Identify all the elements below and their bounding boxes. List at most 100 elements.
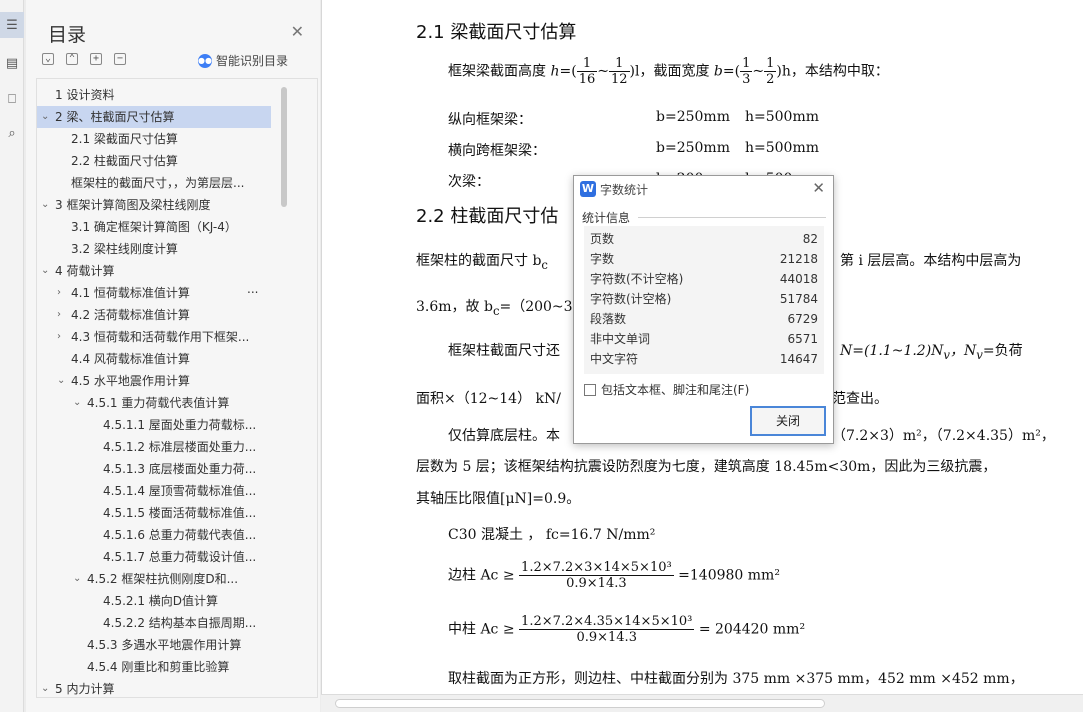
- stat-value: 82: [802, 232, 818, 246]
- more-options-icon[interactable]: ...: [247, 282, 258, 296]
- toc-item-label: 4.5.1.4 屋顶雪荷载标准值...: [103, 484, 257, 498]
- toc-item[interactable]: 4.5.1.1 屋面处重力荷载标...: [37, 414, 271, 436]
- stat-row: 页数 82: [584, 229, 824, 249]
- toc-item[interactable]: 4.5.2.1 横向D值计算: [37, 590, 271, 612]
- close-icon[interactable]: ✕: [812, 179, 825, 197]
- den: 0.9×14.3: [576, 630, 637, 645]
- stat-label: 段落数: [590, 312, 627, 326]
- toc-item-label: 3.1 确定框架计算简图（KJ-4）: [71, 220, 237, 234]
- dialog-titlebar[interactable]: W 字数统计 ✕: [574, 176, 833, 202]
- scrollbar-thumb[interactable]: [335, 699, 825, 708]
- smart-toc-button[interactable]: ●● 智能识别目录: [197, 52, 288, 69]
- toc-item-label: 4.5.1.6 总重力荷载代表值...: [103, 528, 257, 542]
- text: = 204420 mm²: [698, 621, 806, 638]
- toc-item[interactable]: › 4.3 恒荷载和活荷载作用下框架...: [37, 326, 271, 348]
- toc-item-label: 4.5.2.1 横向D值计算: [103, 594, 219, 608]
- paragraph: 框架柱的截面尺寸 bc: [416, 250, 548, 272]
- text: N=(1.1~1.2)N: [840, 343, 944, 359]
- toc-item[interactable]: 4.5.1.2 标准层楼面处重力...: [37, 436, 271, 458]
- stat-value: 6729: [787, 312, 818, 326]
- toc-item[interactable]: 4.5.1.3 底层楼面处重力荷...: [37, 458, 271, 480]
- stats-box: 页数 82 字数 21218 字符数(不计空格) 44018 字符数(计空格) 51784 段落…: [584, 226, 824, 374]
- text: =(: [722, 63, 741, 80]
- chevron-icon[interactable]: ⌄: [41, 678, 51, 697]
- fraction: 13: [740, 56, 753, 87]
- expand-all-icon[interactable]: ⌃: [66, 53, 78, 65]
- text: 框架柱的截面尺寸 b: [416, 253, 542, 269]
- toc-scrollbar[interactable]: [281, 87, 287, 207]
- toc-item-label: 4.5.2 框架柱抗侧刚度D和...: [87, 572, 239, 586]
- paragraph: 3.6m，故 bc=（200~300: [416, 296, 590, 318]
- robot-icon: ●●: [197, 53, 212, 68]
- text: 中柱 Ac ≥: [448, 621, 515, 638]
- tool-strip: ☰ ▤ ⎕ ⌕: [0, 0, 24, 712]
- text: =负荷: [982, 343, 1023, 359]
- toc-item[interactable]: 1 设计资料: [37, 84, 271, 106]
- toc-item[interactable]: › 4.1 恒荷载标准值计算: [37, 282, 271, 304]
- close-button[interactable]: 关闭: [750, 406, 826, 436]
- toc-item[interactable]: ⌄ 4.5.1 重力荷载代表值计算: [37, 392, 271, 414]
- den: 16: [578, 72, 596, 87]
- bookmark-icon[interactable]: ⎕: [0, 86, 24, 112]
- stat-value: 6571: [787, 332, 818, 346]
- paragraph: 取柱截面为正方形，则边柱、中柱截面分别为 375 mm ×375 mm，452 …: [448, 671, 1024, 687]
- toc-item[interactable]: ⌄ 4 荷载计算: [37, 260, 271, 282]
- checkbox-box[interactable]: [584, 383, 596, 396]
- chevron-icon[interactable]: ⌄: [41, 106, 51, 128]
- section-label: 统计信息: [582, 211, 631, 225]
- toc-item-label: 框架柱的截面尺寸，，为第层层...: [71, 176, 245, 190]
- toc-item-label: 2 梁、柱截面尺寸估算: [55, 110, 175, 124]
- collapse-all-icon[interactable]: ⌄: [42, 53, 54, 65]
- toc-item[interactable]: 4.5.1.4 屋顶雪荷载标准值...: [37, 480, 271, 502]
- chevron-icon[interactable]: ›: [57, 304, 67, 326]
- include-textbox-checkbox[interactable]: 包括文本框、脚注和尾注(F): [584, 381, 749, 398]
- toc-item[interactable]: ⌄ 5 内力计算: [37, 678, 271, 697]
- toc-item[interactable]: › 4.2 活荷载标准值计算: [37, 304, 271, 326]
- toc-item[interactable]: 4.4 风荷载标准值计算: [37, 348, 271, 370]
- list-icon[interactable]: ▤: [0, 50, 24, 76]
- toc-item[interactable]: 4.5.2.2 结构基本自振周期...: [37, 612, 271, 634]
- search-icon[interactable]: ⌕: [0, 120, 24, 146]
- toc-item[interactable]: ⌄ 4.5 水平地震作用计算: [37, 370, 271, 392]
- toc-item[interactable]: 2.2 柱截面尺寸估算: [37, 150, 271, 172]
- close-icon[interactable]: ✕: [291, 22, 304, 41]
- toc-panel-icon[interactable]: ☰: [0, 12, 24, 38]
- toc-item[interactable]: 3.2 梁柱线刚度计算: [37, 238, 271, 260]
- toc-item[interactable]: 4.5.3 多遇水平地震作用计算: [37, 634, 271, 656]
- toc-item[interactable]: 框架柱的截面尺寸，，为第层层...: [37, 172, 271, 194]
- smart-toc-label: 智能识别目录: [215, 54, 288, 68]
- text: ，N: [950, 343, 977, 359]
- remove-icon[interactable]: −: [114, 53, 126, 65]
- toc-item[interactable]: 4.5.4 刚重比和剪重比验算: [37, 656, 271, 678]
- chevron-icon[interactable]: ›: [57, 326, 67, 348]
- text: ~: [752, 63, 765, 80]
- stat-row: 中文字符 14647: [584, 349, 824, 369]
- toc-item[interactable]: 4.5.1.7 总重力荷载设计值...: [37, 546, 271, 568]
- text: 框架梁截面高度: [448, 63, 546, 80]
- stat-value: 14647: [779, 352, 818, 366]
- toc-item[interactable]: 4.5.1.5 楼面活荷载标准值...: [37, 502, 271, 524]
- horizontal-scrollbar[interactable]: [321, 694, 1083, 712]
- toc-item[interactable]: 2.1 梁截面尺寸估算: [37, 128, 271, 150]
- toc-item-label: 4 荷载计算: [55, 264, 115, 278]
- text: 边柱 Ac ≥: [448, 567, 515, 584]
- chevron-icon[interactable]: ⌄: [41, 260, 51, 282]
- row-label: 次梁：: [448, 174, 490, 190]
- fraction: 1 16: [576, 56, 598, 87]
- toc-item[interactable]: ⌄ 2 梁、柱截面尺寸估算: [37, 106, 271, 128]
- chevron-icon[interactable]: ›: [57, 282, 67, 304]
- toc-item[interactable]: ⌄ 3 框架计算简图及梁柱线刚度: [37, 194, 271, 216]
- row-label: 横向跨框架梁：: [448, 143, 546, 159]
- toc-item[interactable]: ⌄ 4.5.2 框架柱抗侧刚度D和...: [37, 568, 271, 590]
- add-icon[interactable]: +: [90, 53, 102, 65]
- toc-item[interactable]: 3.1 确定框架计算简图（KJ-4）: [37, 216, 271, 238]
- chevron-icon[interactable]: ⌄: [41, 194, 51, 216]
- stat-row: 字数 21218: [584, 249, 824, 269]
- chevron-icon[interactable]: ⌄: [57, 370, 67, 392]
- toc-item-label: 5 内力计算: [55, 682, 115, 696]
- toc-item[interactable]: 4.5.1.6 总重力荷载代表值...: [37, 524, 271, 546]
- chevron-icon[interactable]: ⌄: [73, 392, 83, 414]
- toc-panel: 目录 ✕ ⌄ ⌃ + − ●● 智能识别目录 1 设计资料 ⌄ 2 梁、柱截面尺寸估…: [26, 0, 320, 712]
- divider: [638, 217, 826, 218]
- chevron-icon[interactable]: ⌄: [73, 568, 83, 590]
